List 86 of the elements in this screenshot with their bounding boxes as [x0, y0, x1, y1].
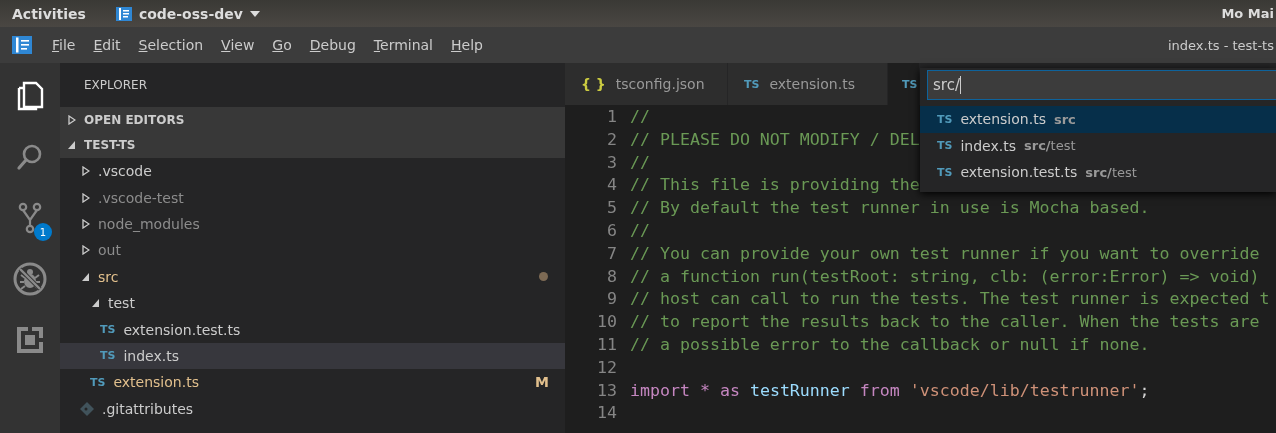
app-logo-icon	[12, 36, 32, 54]
modified-label: M	[535, 374, 549, 391]
line-number: 3	[606, 151, 618, 174]
line-number: 11	[596, 333, 618, 356]
files-icon[interactable]	[16, 81, 44, 111]
tree-item[interactable]: TS extension.test.ts	[60, 316, 565, 343]
line-number: 10	[596, 311, 618, 334]
line-number: 9	[606, 288, 618, 311]
line-number: 13	[596, 379, 618, 402]
typescript-icon: TS	[100, 323, 116, 337]
extensions-icon[interactable]	[16, 326, 44, 354]
app-name[interactable]: code-oss-dev	[138, 5, 243, 22]
result-item[interactable]: TS index.ts src/test	[920, 132, 1276, 159]
line-number: 14	[596, 402, 618, 425]
tree-item[interactable]: out	[60, 237, 565, 264]
editor-tab[interactable]: TS extension.ts	[728, 63, 888, 105]
section-header[interactable]: OPEN EDITORS	[60, 107, 565, 132]
line-number: 5	[606, 197, 618, 220]
diamond-icon	[80, 401, 94, 416]
menu-item[interactable]: Edit	[93, 37, 121, 53]
file-name: extension.test.ts	[960, 164, 1078, 181]
file-path: src	[1053, 111, 1076, 127]
menu-item[interactable]: Terminal	[373, 37, 433, 53]
code-line: // You can provide your own test runner if you want to override	[630, 242, 1260, 265]
typescript-icon: TS	[744, 77, 760, 91]
line-number: 8	[606, 265, 618, 288]
typescript-icon: TS	[937, 139, 953, 153]
count-badge: 1	[34, 223, 52, 241]
menu-item[interactable]: File	[52, 37, 76, 53]
no-bug-icon[interactable]	[13, 262, 47, 296]
code-line: // to report the results back to the caller. When the tests are	[630, 311, 1260, 334]
window-title: index.ts - test-ts	[1167, 37, 1274, 53]
line-number: 4	[606, 174, 618, 197]
tree-item[interactable]: TS extension.ts M	[60, 369, 565, 396]
tree-item[interactable]: .vscode	[60, 158, 565, 185]
code-line: // host can call to run the tests. The test runner is expected t	[630, 288, 1270, 311]
line-number: 7	[606, 242, 618, 265]
file-name: index.ts	[960, 137, 1016, 154]
document-icon	[115, 5, 132, 22]
file-name: extension.ts	[960, 111, 1046, 128]
code-line: // By default the test runner in use is Mocha based.	[630, 197, 1150, 220]
line-number: 12	[596, 356, 618, 379]
typescript-icon: TS	[902, 77, 918, 91]
line-number: 1	[606, 106, 618, 128]
code-line: //	[630, 151, 650, 174]
menu-item[interactable]: Help	[451, 37, 483, 53]
file-path: src/test	[1085, 164, 1137, 180]
user-name[interactable]: Mo Mai	[1221, 6, 1274, 21]
tree-item[interactable]: test	[60, 289, 565, 317]
menu-item[interactable]: Debug	[309, 37, 356, 53]
tree-item[interactable]: TS index.ts	[60, 342, 565, 370]
code-line: // a function run(testRoot: string, clb: (error:Error) => void)	[630, 265, 1260, 288]
line-number: 2	[606, 128, 618, 151]
line-number: 6	[606, 220, 618, 242]
code-line: //	[630, 106, 650, 128]
editor-tab[interactable]: TS	[888, 63, 920, 105]
search-icon[interactable]	[16, 143, 44, 171]
code-line: // This file is providing the	[630, 174, 920, 197]
result-item[interactable]: TS extension.test.ts src/test	[920, 159, 1276, 186]
tree-item[interactable]: .vscode-test	[60, 184, 565, 211]
result-item[interactable]: TS extension.ts src	[920, 106, 1276, 133]
braces-icon: { }	[581, 76, 606, 92]
typescript-icon: TS	[937, 112, 953, 126]
code-line: // PLEASE DO NOT MODIFY / DEL	[630, 128, 920, 151]
code-line: import * as testRunner from 'vscode/lib/testrunner';	[630, 379, 1150, 402]
quick-open-field[interactable]: src/	[927, 70, 1276, 100]
activities-button[interactable]: Activities	[12, 5, 86, 22]
file-path: src/test	[1024, 138, 1076, 154]
typescript-icon: TS	[100, 349, 116, 363]
caret-icon[interactable]	[249, 10, 260, 17]
collapsed-icon	[68, 114, 76, 125]
branch-icon[interactable]	[16, 202, 44, 234]
tree-item[interactable]: src	[60, 263, 565, 290]
sidebar-title: EXPLORER	[83, 77, 148, 94]
expanded-icon	[68, 140, 76, 150]
typescript-icon: TS	[90, 375, 106, 389]
typescript-icon: TS	[937, 165, 953, 179]
code-line: //	[630, 220, 650, 242]
menu-item[interactable]: View	[221, 37, 255, 53]
tree-item[interactable]: .gitattributes	[60, 395, 565, 422]
menu-item[interactable]: Go	[272, 37, 292, 53]
tree-item[interactable]: node_modules	[60, 210, 565, 238]
code-line: // a possible error to the callback or null if none.	[630, 333, 1150, 356]
section-header[interactable]: TEST-TS	[60, 132, 565, 158]
editor-tab[interactable]: { } tsconfig.json	[565, 63, 728, 105]
menu-item[interactable]: Selection	[138, 37, 204, 53]
